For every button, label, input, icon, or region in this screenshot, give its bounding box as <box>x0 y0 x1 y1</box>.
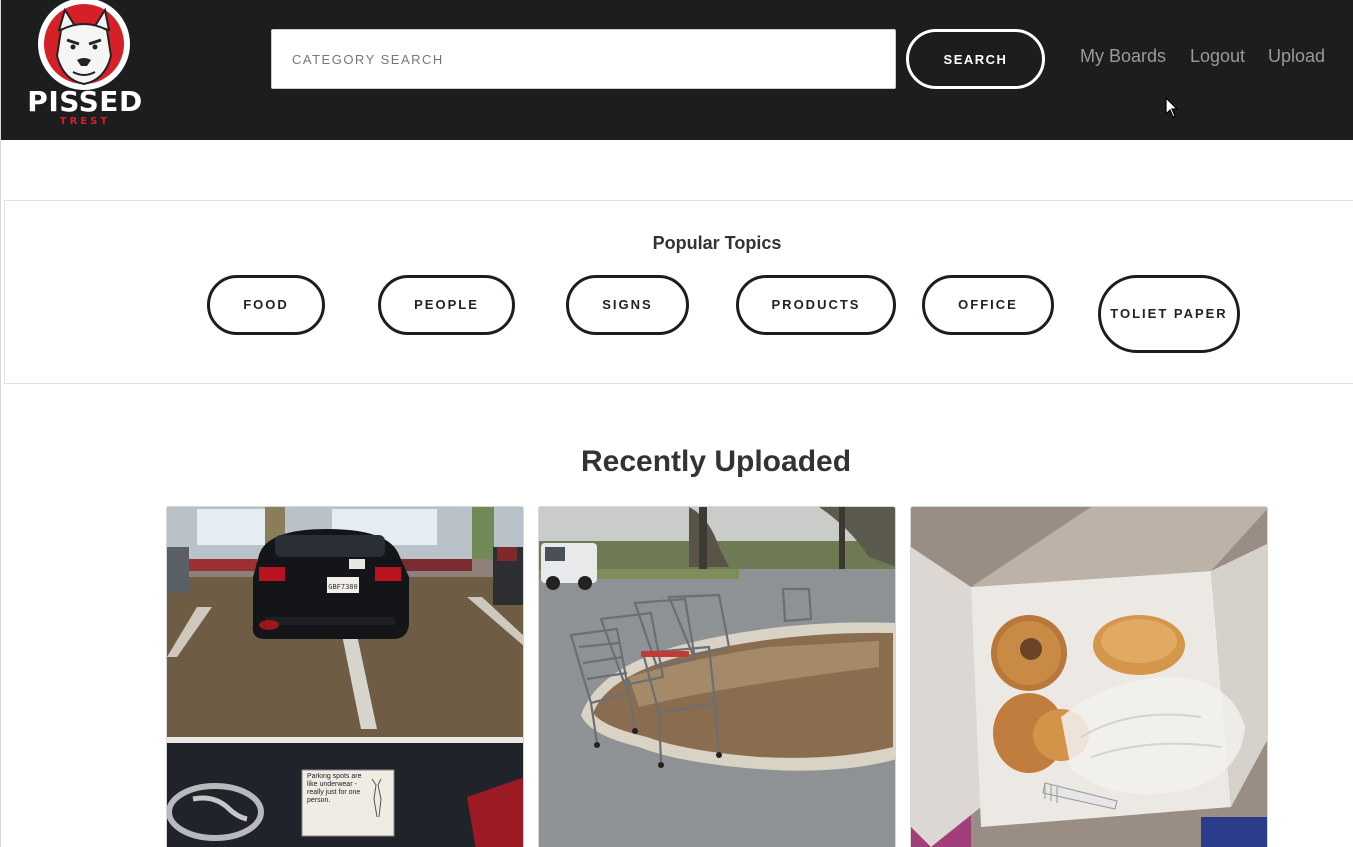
page: PISSED TREST SEARCH My Boards Logout Upl… <box>0 0 1353 847</box>
upload-card-donuts[interactable] <box>910 506 1268 847</box>
logo-subtitle: TREST <box>59 116 111 127</box>
mouse-cursor-icon <box>1165 97 1179 118</box>
dog-mascot-icon <box>38 0 130 90</box>
navbar: PISSED TREST SEARCH My Boards Logout Upl… <box>1 0 1353 140</box>
topic-products-button[interactable]: PRODUCTS <box>736 275 896 335</box>
upload-card-parking[interactable]: GBF7380 Parking spots are like underwear… <box>166 506 524 847</box>
topic-toilet-paper-button[interactable]: TOLIET PAPER <box>1098 275 1240 353</box>
search-button[interactable]: SEARCH <box>906 29 1045 89</box>
popular-topics-title: Popular Topics <box>652 233 782 253</box>
topic-office-button[interactable]: OFFICE <box>922 275 1054 335</box>
nav-link-my-boards[interactable]: My Boards <box>1080 44 1166 68</box>
brand-logo[interactable]: PISSED TREST <box>21 0 149 132</box>
topic-food-button[interactable]: FOOD <box>207 275 325 335</box>
license-plate-text: GBF7380 <box>328 583 358 591</box>
upload-card-carts[interactable] <box>538 506 896 847</box>
nav-link-upload[interactable]: Upload <box>1268 44 1325 68</box>
recently-uploaded-title: Recently Uploaded <box>580 445 852 478</box>
parking-photo: GBF7380 Parking spots are like underwear… <box>167 507 523 847</box>
topic-signs-button[interactable]: SIGNS <box>566 275 689 335</box>
donut-box-photo <box>911 507 1267 847</box>
nav-link-logout[interactable]: Logout <box>1190 44 1245 68</box>
topic-people-button[interactable]: PEOPLE <box>378 275 515 335</box>
shopping-carts-photo <box>539 507 895 847</box>
category-search-input[interactable] <box>271 29 896 89</box>
bumper-sticker-text: Parking spots are like underwear - reall… <box>307 773 362 804</box>
logo-wordmark: PISSED <box>27 85 143 118</box>
popular-topics-panel: Popular Topics FOOD PEOPLE SIGNS PRODUCT… <box>4 200 1353 384</box>
